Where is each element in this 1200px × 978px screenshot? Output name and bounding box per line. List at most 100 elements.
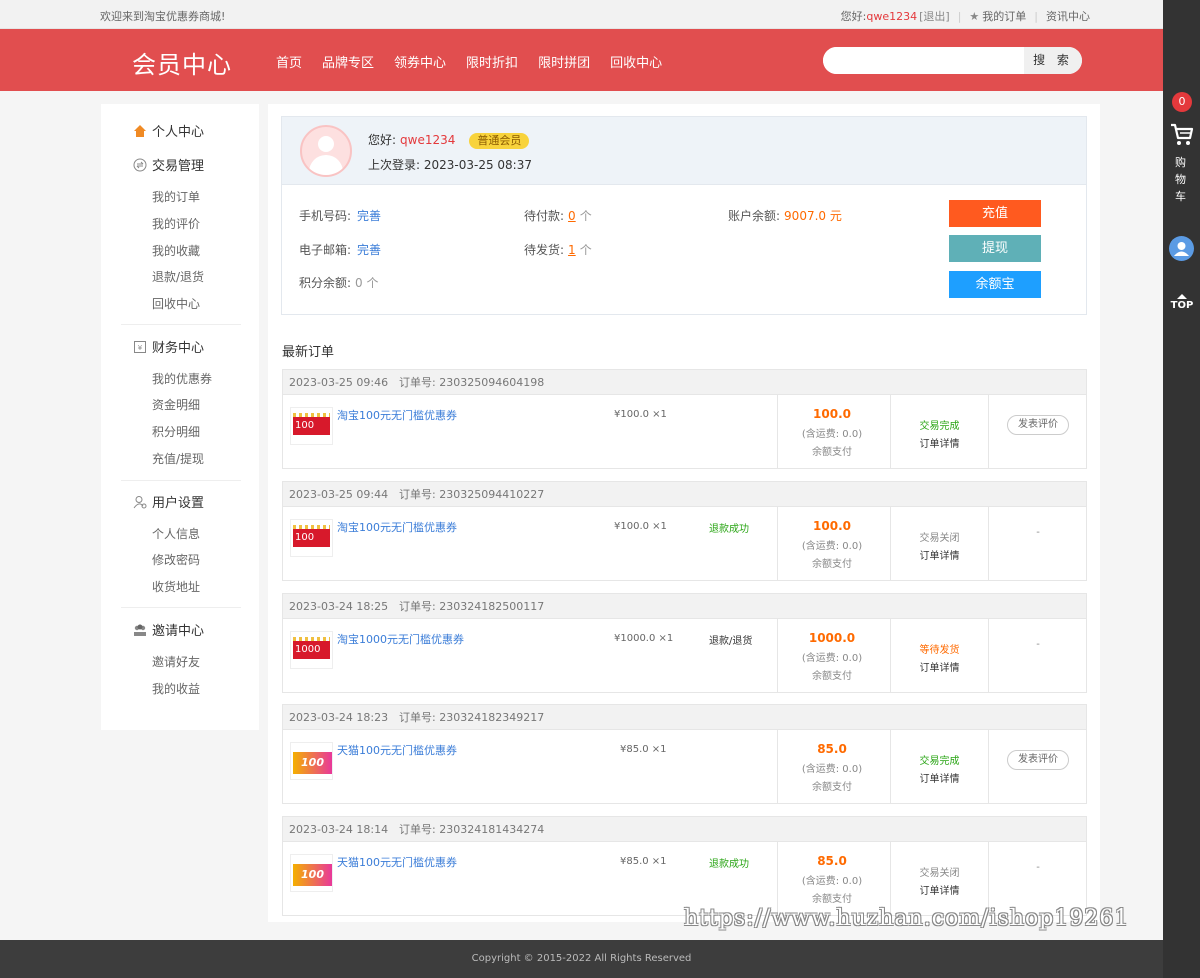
- menu-funds-detail[interactable]: 资金明细: [152, 396, 200, 413]
- order-status-cell: 交易完成 订单详情: [892, 752, 987, 785]
- unpaid-count-link[interactable]: 0: [568, 209, 576, 223]
- menu-my-reviews[interactable]: 我的评价: [152, 215, 200, 232]
- product-name-link[interactable]: 淘宝100元无门槛优惠券: [337, 519, 457, 535]
- menu-user-settings[interactable]: 用户设置: [133, 492, 204, 511]
- product-price-qty: ¥85.0 ×1: [620, 744, 667, 755]
- wallet-icon: ¥: [134, 340, 146, 353]
- coupon-thumbnail[interactable]: 100: [290, 519, 333, 557]
- column-divider: [988, 730, 989, 803]
- profile-header: 您好: qwe1234 普通会员 上次登录: 2023-03-25 08:37: [282, 117, 1086, 185]
- menu-recycle[interactable]: 回收中心: [152, 295, 200, 312]
- order-detail-link[interactable]: 订单详情: [920, 774, 960, 785]
- nav-group[interactable]: 限时拼团: [538, 52, 590, 71]
- cart-icon[interactable]: [1169, 122, 1195, 148]
- menu-personal-center[interactable]: 个人中心: [133, 121, 204, 140]
- payment-method: 余额支付: [812, 559, 852, 570]
- user-icon[interactable]: [1169, 236, 1194, 261]
- back-to-top-button[interactable]: TOP: [1170, 294, 1194, 311]
- menu-my-earnings[interactable]: 我的收益: [152, 680, 200, 697]
- menu-label: 个人中心: [152, 125, 205, 140]
- unshipped-unit: 个: [579, 243, 592, 257]
- payment-method: 余额支付: [812, 671, 852, 682]
- menu-my-coupons[interactable]: 我的优惠券: [152, 370, 212, 387]
- star-icon: ★: [969, 9, 980, 23]
- points-value: 0 个: [355, 276, 379, 290]
- logo[interactable]: 会员中心: [132, 45, 232, 80]
- menu-my-favorites[interactable]: 我的收藏: [152, 242, 200, 259]
- welcome-text: 欢迎来到淘宝优惠券商城!: [100, 10, 226, 23]
- my-orders-link[interactable]: 我的订单: [982, 8, 1026, 24]
- write-review-button[interactable]: 发表评价: [1007, 750, 1069, 770]
- main-nav: 首页 品牌专区 领券中心 限时折扣 限时拼团 回收中心: [276, 52, 682, 71]
- nav-brand[interactable]: 品牌专区: [322, 52, 374, 71]
- menu-recharge-withdraw[interactable]: 充值/提现: [152, 450, 204, 467]
- recharge-button[interactable]: 充值: [949, 200, 1041, 227]
- coupon-thumbnail[interactable]: 1000: [290, 631, 333, 669]
- product-name-link[interactable]: 淘宝100元无门槛优惠券: [337, 407, 457, 423]
- coupon-thumbnail[interactable]: 100: [290, 854, 333, 892]
- cart-label-char: 车: [1175, 190, 1186, 203]
- order-no-action: -: [1036, 639, 1040, 650]
- order-detail-link[interactable]: 订单详情: [920, 551, 960, 562]
- product-name-link[interactable]: 淘宝1000元无门槛优惠券: [337, 631, 464, 647]
- menu-refund[interactable]: 退款/退货: [152, 268, 204, 285]
- news-link[interactable]: 资讯中心: [1046, 8, 1090, 24]
- avatar[interactable]: [300, 125, 352, 177]
- top-username-link[interactable]: qwe1234: [866, 10, 917, 23]
- column-divider: [890, 507, 891, 580]
- menu-shipping-address[interactable]: 收货地址: [152, 578, 200, 595]
- coupon-thumbnail[interactable]: 100: [290, 407, 333, 445]
- order-number: 订单号: 230325094410227: [399, 482, 544, 507]
- nav-recycle[interactable]: 回收中心: [610, 52, 662, 71]
- menu-personal-info[interactable]: 个人信息: [152, 525, 200, 542]
- phone-complete-link[interactable]: 完善: [357, 209, 381, 223]
- order-no-action: -: [1036, 862, 1040, 873]
- search-input[interactable]: [823, 47, 1023, 74]
- order-number-label: 订单号:: [399, 488, 436, 501]
- main-content: 您好: qwe1234 普通会员 上次登录: 2023-03-25 08:37 手机…: [268, 104, 1100, 922]
- search-button[interactable]: 搜 索: [1024, 47, 1082, 74]
- order-time: 2023-03-24 18:23: [289, 711, 389, 724]
- menu-invite-center[interactable]: 邀请中心: [133, 620, 204, 639]
- payment-method: 余额支付: [812, 782, 852, 793]
- nav-coupon[interactable]: 领券中心: [394, 52, 446, 71]
- order-detail-link[interactable]: 订单详情: [920, 886, 960, 897]
- column-divider: [890, 395, 891, 468]
- logout-link[interactable]: [退出]: [919, 8, 950, 24]
- points-label: 积分余额:: [299, 276, 352, 290]
- shipping-note: (含运费: 0.0): [801, 764, 863, 775]
- order-detail-link[interactable]: 订单详情: [920, 663, 960, 674]
- unpaid-unit: 个: [579, 209, 592, 223]
- recent-orders-title: 最新订单: [282, 345, 335, 360]
- write-review-button[interactable]: 发表评价: [1007, 415, 1069, 435]
- cart-label[interactable]: 购 物 车: [1175, 154, 1189, 205]
- menu-points-detail[interactable]: 积分明细: [152, 423, 200, 440]
- withdraw-button[interactable]: 提现: [949, 235, 1041, 262]
- order-total: 100.0: [813, 519, 851, 533]
- product-name-link[interactable]: 天猫100元无门槛优惠券: [337, 854, 457, 870]
- coupon-thumbnail[interactable]: 100: [290, 742, 333, 780]
- menu-finance-center[interactable]: ¥ 财务中心: [133, 337, 204, 356]
- coupon-thumb-text: 100: [293, 417, 330, 435]
- order-total: 85.0: [817, 742, 847, 756]
- nav-home[interactable]: 首页: [276, 52, 302, 71]
- nav-discount[interactable]: 限时折扣: [466, 52, 518, 71]
- menu-my-orders[interactable]: 我的订单: [152, 188, 200, 205]
- order-action-cell: -: [990, 639, 1086, 650]
- order-action-cell: 发表评价: [990, 415, 1086, 435]
- product-name-link[interactable]: 天猫100元无门槛优惠券: [337, 742, 457, 758]
- yuebao-button[interactable]: 余额宝: [949, 271, 1041, 298]
- column-divider: [890, 619, 891, 692]
- order-amount: 85.0 (含运费: 0.0) 余额支付: [778, 854, 886, 905]
- order-number: 订单号: 230324182500117: [399, 594, 544, 619]
- refund-status: 退款/退货: [709, 636, 753, 647]
- email-complete-link[interactable]: 完善: [357, 243, 381, 257]
- menu-change-password[interactable]: 修改密码: [152, 551, 200, 568]
- order-detail-link[interactable]: 订单详情: [920, 439, 960, 450]
- order-number-value: 230325094604198: [439, 376, 545, 389]
- menu-invite-friends[interactable]: 邀请好友: [152, 653, 200, 670]
- profile-panel: 您好: qwe1234 普通会员 上次登录: 2023-03-25 08:37 手机…: [281, 116, 1087, 315]
- order-card: 2023-03-25 09:44 订单号: 230325094410227 10…: [282, 481, 1087, 581]
- unshipped-count-link[interactable]: 1: [568, 243, 576, 257]
- menu-trade-management[interactable]: 交易管理: [133, 155, 204, 174]
